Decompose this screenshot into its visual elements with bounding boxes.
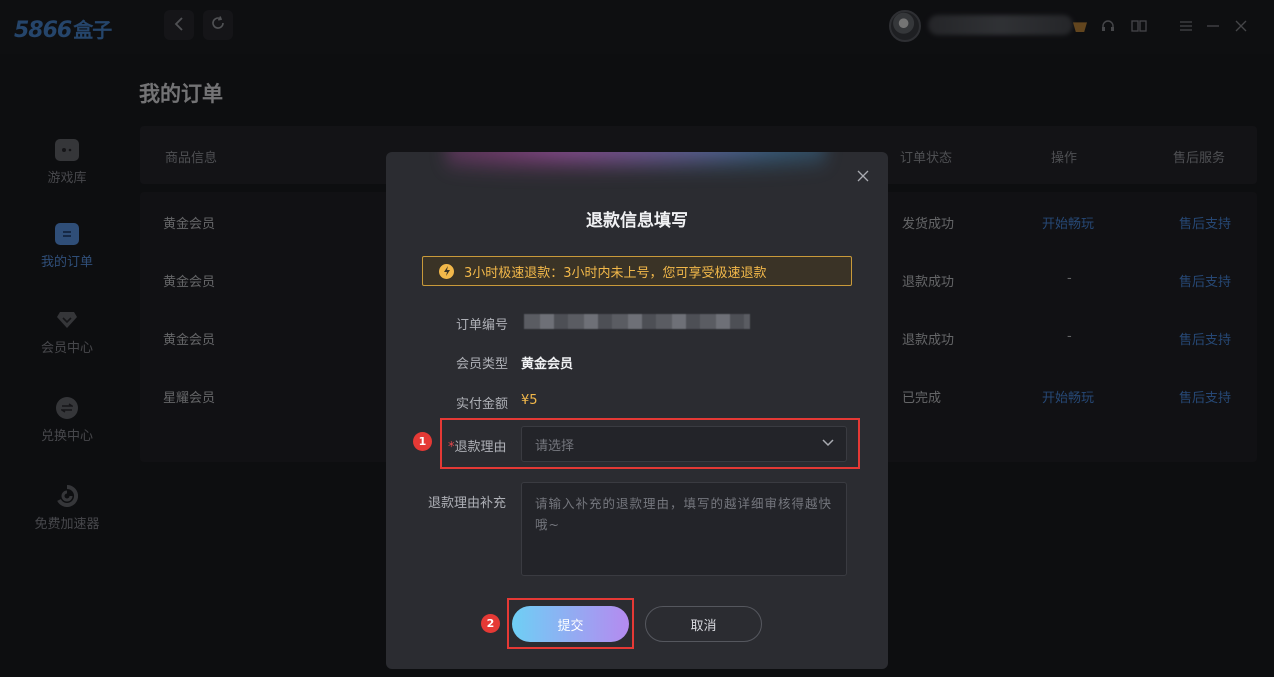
dialog-header-glow <box>446 152 826 182</box>
refund-dialog: 退款信息填写 3小时极速退款：3小时内未上号，您可享受极速退款 订单编号 会员类… <box>386 152 888 669</box>
refund-supplement-placeholder: 请输入补充的退款理由，填写的越详细审核得越快哦~ <box>535 496 833 532</box>
dialog-title: 退款信息填写 <box>586 211 688 231</box>
annotation-step-2: 2 <box>481 614 500 633</box>
fast-refund-notice: 3小时极速退款：3小时内未上号，您可享受极速退款 <box>422 256 852 286</box>
member-type-label: 会员类型 <box>456 357 509 372</box>
refund-supplement-textarea[interactable]: 请输入补充的退款理由，填写的越详细审核得越快哦~ <box>521 482 847 576</box>
lightning-icon <box>439 263 454 279</box>
amount-value: ¥5 <box>521 393 538 408</box>
amount-label: 实付金额 <box>456 397 509 412</box>
close-icon <box>857 167 869 186</box>
cancel-button[interactable]: 取消 <box>645 606 762 642</box>
notice-text: 3小时极速退款：3小时内未上号，您可享受极速退款 <box>464 265 767 281</box>
annotation-step-1: 1 <box>413 432 432 451</box>
order-number-label: 订单编号 <box>456 318 509 333</box>
refund-supplement-label: 退款理由补充 <box>428 496 507 511</box>
member-type-value: 黄金会员 <box>521 357 574 372</box>
dialog-close-button[interactable] <box>853 166 873 186</box>
annotation-box-reason <box>440 418 860 469</box>
annotation-box-submit <box>507 598 634 649</box>
order-number-redacted <box>524 314 750 329</box>
